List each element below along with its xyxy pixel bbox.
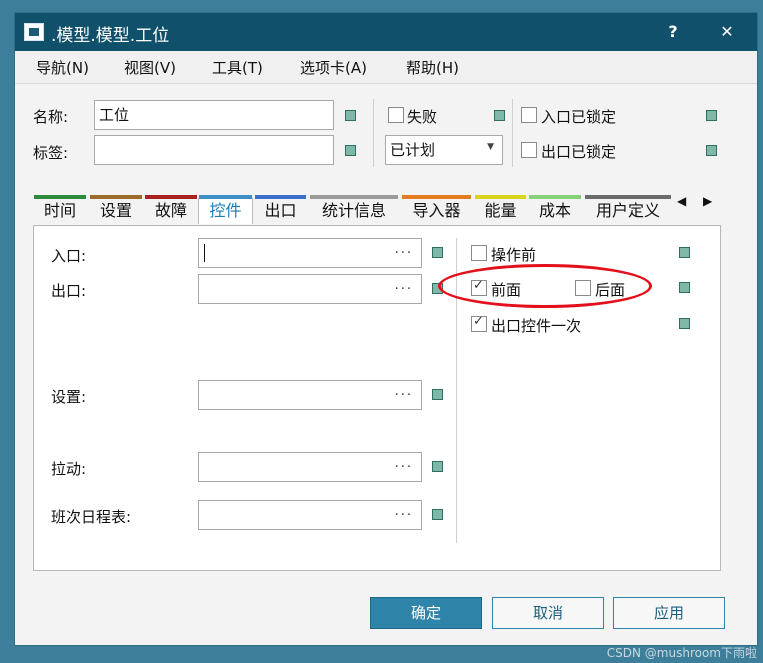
window-title: .模型.模型.工位 [51,26,170,46]
watermark: CSDN @mushroom下雨啦 [606,646,757,660]
ok-button[interactable]: 确定 [370,597,482,629]
failed-label: 失败 [407,108,438,126]
setup-field[interactable]: ... [198,380,422,410]
tab-color-bar [255,195,306,199]
tab-failures[interactable]: 故障 [145,195,197,224]
tab-time[interactable]: 时间 [34,195,86,224]
text-cursor [204,244,205,262]
shift-calendar-field[interactable]: ... [198,500,422,530]
entrance-label: 入口: [51,247,87,265]
pull-attr-icon[interactable] [432,461,443,472]
pull-label: 拉动: [51,460,87,478]
exit-locked-attr-icon[interactable] [706,145,717,156]
name-label: 名称: [33,108,69,126]
entrance-locked-checkbox[interactable] [521,107,537,123]
browse-button[interactable]: ... [395,384,413,399]
tab-color-bar [310,195,398,199]
tab-color-bar [145,195,197,199]
tab-label: 统计信息 [321,201,386,220]
name-attr-icon[interactable] [345,110,356,121]
failed-attr-icon[interactable] [494,110,505,121]
shift-calendar-attr-icon[interactable] [432,509,443,520]
header-divider-2 [512,99,513,167]
exit-locked-checkbox[interactable] [521,142,537,158]
tab-scroll-left-icon[interactable]: ◀ [677,194,686,208]
menu-help[interactable]: 帮助(H) [406,57,459,78]
tab-label: 设置 [99,201,132,220]
tab-color-bar [199,195,252,199]
name-value: 工位 [99,106,130,124]
tab-color-bar [529,195,581,199]
browse-button[interactable]: ... [395,278,413,293]
close-button[interactable]: ✕ [712,19,742,45]
tab-scroll-right-icon[interactable]: ▶ [703,194,712,208]
before-operation-checkbox[interactable] [471,245,487,261]
menu-navigate[interactable]: 导航(N) [36,57,89,78]
browse-button[interactable]: ... [395,504,413,519]
tab-label: 能量 [484,201,517,220]
header-divider [373,99,374,167]
setup-label: 设置: [51,388,87,406]
tab-energy[interactable]: 能量 [475,195,526,224]
tab-color-bar [402,195,471,199]
tab-color-bar [34,195,86,199]
menu-tools[interactable]: 工具(T) [212,57,263,78]
chevron-down-icon: ▼ [487,142,494,152]
entrance-locked-attr-icon[interactable] [706,110,717,121]
dialog-window: .模型.模型.工位 ? ✕ 导航(N) 视图(V) 工具(T) 选项卡(A) 帮… [14,12,758,646]
tab-cost[interactable]: 成本 [529,195,581,224]
tab-controls[interactable]: 控件 [198,195,253,224]
exit-once-checkbox[interactable] [471,314,487,332]
tab-exit[interactable]: 出口 [255,195,306,224]
entrance-locked-label: 入口已锁定 [541,108,617,126]
help-button[interactable]: ? [658,19,688,45]
cancel-button[interactable]: 取消 [492,597,604,629]
tab-label: 故障 [154,201,187,220]
setup-attr-icon[interactable] [432,389,443,400]
exit-once-attr-icon[interactable] [679,318,690,329]
tab-color-bar [585,195,671,199]
entrance-field[interactable]: ... [198,238,422,268]
exit-once-label: 出口控件一次 [491,317,582,335]
tag-attr-icon[interactable] [345,145,356,156]
tab-label: 成本 [538,201,571,220]
menu-tabs[interactable]: 选项卡(A) [300,57,367,78]
tab-color-bar [475,195,526,199]
title-bar: .模型.模型.工位 ? ✕ [15,13,757,51]
exit-field[interactable]: ... [198,274,422,304]
name-field[interactable]: 工位 [94,100,334,130]
exit-locked-label: 出口已锁定 [541,143,617,161]
tab-setup[interactable]: 设置 [90,195,142,224]
menu-bar: 导航(N) 视图(V) 工具(T) 选项卡(A) 帮助(H) [15,51,757,84]
exit-label: 出口: [51,282,87,300]
failed-checkbox[interactable] [388,107,404,123]
tab-statistics[interactable]: 统计信息 [310,195,398,224]
plan-value: 已计划 [390,141,436,159]
tab-label: 导入器 [412,201,461,220]
tab-color-bar [90,195,142,199]
red-highlight-circle [438,264,652,308]
tab-label: 时间 [43,201,76,220]
tab-label: 用户定义 [595,201,660,220]
before-operation-attr-icon[interactable] [679,247,690,258]
browse-button[interactable]: ... [395,456,413,471]
shift-calendar-label: 班次日程表: [51,508,132,526]
plan-select[interactable]: 已计划 ▼ [385,135,503,165]
menu-view[interactable]: 视图(V) [124,57,176,78]
entrance-attr-icon[interactable] [432,247,443,258]
tag-field[interactable] [94,135,334,165]
tab-label: 出口 [264,201,297,220]
tab-label: 控件 [209,201,242,220]
front-rear-attr-icon[interactable] [679,282,690,293]
apply-button[interactable]: 应用 [613,597,725,629]
tag-label: 标签: [33,144,69,162]
browse-button[interactable]: ... [395,242,413,257]
tab-user-defined[interactable]: 用户定义 [585,195,671,224]
pull-field[interactable]: ... [198,452,422,482]
before-operation-label: 操作前 [491,246,537,264]
tab-importer[interactable]: 导入器 [402,195,471,224]
app-icon [24,23,44,41]
